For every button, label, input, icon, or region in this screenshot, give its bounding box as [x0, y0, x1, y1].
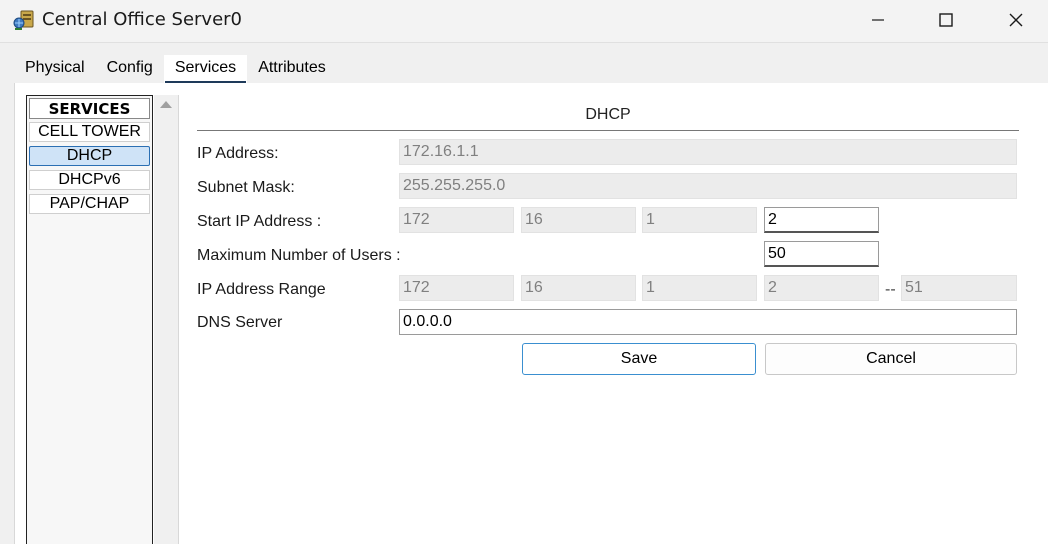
- server-app-icon: [12, 8, 36, 32]
- maximize-icon: [938, 12, 954, 28]
- dhcp-form: DHCP IP Address: 172.16.1.1 Subnet Mask:…: [197, 83, 1037, 544]
- subnet-mask-field: 255.255.255.0: [399, 173, 1017, 199]
- ip-address-field: 172.16.1.1: [399, 139, 1017, 165]
- ip-range-octet-3: 1: [642, 275, 757, 301]
- ip-range-octet-4: 2: [764, 275, 879, 301]
- tab-services[interactable]: Services: [163, 55, 248, 84]
- start-ip-octet-1: 172: [399, 207, 514, 233]
- start-ip-label: Start IP Address :: [197, 213, 322, 230]
- services-panel: SERVICES CELL TOWER DHCP DHCPv6 PAP/CHAP…: [14, 83, 1048, 544]
- service-item-pap-chap[interactable]: PAP/CHAP: [29, 194, 150, 214]
- tab-label: Physical: [25, 59, 85, 76]
- window-title: Central Office Server0: [42, 9, 243, 30]
- title-divider: [197, 130, 1019, 131]
- tab-attributes[interactable]: Attributes: [247, 55, 337, 83]
- start-ip-octet-3: 1: [642, 207, 757, 233]
- ip-range-end: 51: [901, 275, 1017, 301]
- tab-label: Config: [106, 59, 153, 76]
- cancel-button[interactable]: Cancel: [765, 343, 1017, 375]
- save-button[interactable]: Save: [522, 343, 756, 375]
- start-ip-octet-4-input[interactable]: 2: [764, 207, 879, 233]
- dhcp-title: DHCP: [585, 106, 631, 123]
- service-item-cell-tower[interactable]: CELL TOWER: [29, 122, 150, 142]
- minimize-icon: [870, 12, 886, 28]
- tab-physical[interactable]: Physical: [14, 55, 96, 83]
- ip-address-label: IP Address:: [197, 145, 279, 162]
- minimize-button[interactable]: [842, 0, 914, 40]
- title-bar: Central Office Server0: [0, 0, 1048, 42]
- tab-label: Attributes: [258, 59, 326, 76]
- ip-range-separator: --: [885, 281, 896, 298]
- close-button[interactable]: [980, 0, 1048, 40]
- ip-range-octet-1: 172: [399, 275, 514, 301]
- ip-range-octet-2: 16: [521, 275, 636, 301]
- services-list[interactable]: SERVICES CELL TOWER DHCP DHCPv6 PAP/CHAP: [26, 95, 153, 544]
- close-icon: [1008, 12, 1024, 28]
- maximize-button[interactable]: [910, 0, 982, 40]
- max-users-label: Maximum Number of Users :: [197, 247, 401, 264]
- service-item-dhcp[interactable]: DHCP: [29, 146, 150, 166]
- service-item-dhcpv6[interactable]: DHCPv6: [29, 170, 150, 190]
- window-body: Physical Config Services Attributes SERV…: [0, 42, 1048, 544]
- dns-server-label: DNS Server: [197, 314, 283, 331]
- ip-range-label: IP Address Range: [197, 281, 326, 298]
- max-users-input[interactable]: 50: [764, 241, 879, 267]
- services-scrollbar[interactable]: [154, 95, 179, 544]
- scroll-up-icon[interactable]: [160, 101, 172, 108]
- dns-server-input[interactable]: 0.0.0.0: [399, 309, 1017, 335]
- subnet-mask-label: Subnet Mask:: [197, 179, 295, 196]
- tab-config[interactable]: Config: [95, 55, 164, 83]
- tab-bar: Physical Config Services Attributes: [14, 55, 337, 84]
- start-ip-octet-2: 16: [521, 207, 636, 233]
- tab-label: Services: [174, 59, 237, 76]
- services-list-header: SERVICES: [29, 98, 150, 119]
